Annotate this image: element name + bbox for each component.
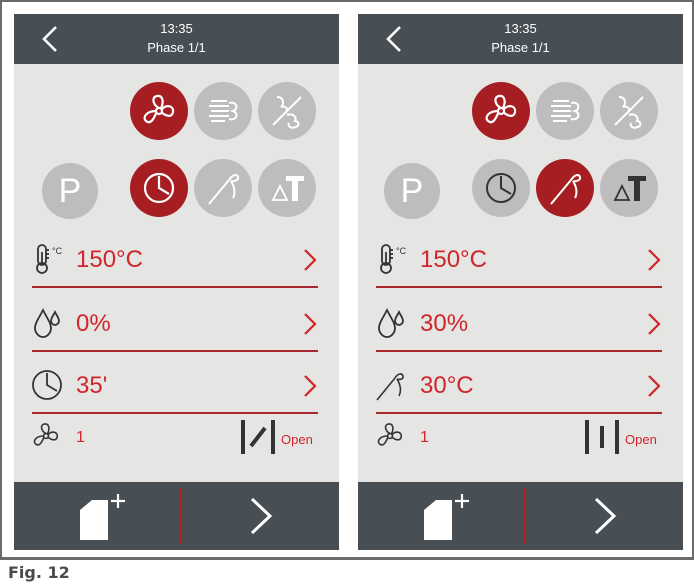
steam-off-mode-button[interactable]	[600, 82, 658, 140]
fan-speed-value: 1	[420, 429, 429, 446]
steam-off-icon	[272, 96, 302, 129]
bottom-divider	[524, 488, 526, 544]
timer-mode-button[interactable]	[472, 159, 530, 217]
new-page-icon	[80, 494, 125, 540]
vent-label[interactable]: Open	[625, 432, 657, 447]
vent-open-icon	[585, 420, 619, 454]
add-phase-button[interactable]	[14, 482, 176, 550]
probe-mode-button[interactable]	[194, 159, 252, 217]
chevron-right-icon	[646, 311, 662, 337]
probe-icon	[550, 174, 582, 205]
probe-temperature-row[interactable]: 30°C	[374, 360, 664, 412]
next-button[interactable]	[184, 482, 339, 550]
top-bar: 13:35 Phase 1/1	[358, 14, 683, 64]
program-label: P	[400, 171, 424, 210]
timer-mode-button[interactable]	[130, 159, 188, 217]
clock-time: 13:35	[160, 21, 193, 36]
clock-icon	[30, 368, 64, 402]
row-separator	[32, 286, 318, 288]
svg-text:°C: °C	[396, 246, 407, 256]
vent-label[interactable]: Open	[281, 432, 313, 447]
program-button[interactable]: P	[42, 163, 98, 219]
row-separator	[376, 286, 662, 288]
humidity-drops-icon	[374, 306, 408, 340]
temperature-value: 150°C	[76, 246, 143, 273]
humidity-row[interactable]: 0%	[30, 298, 320, 350]
steam-icon	[551, 100, 580, 122]
chevron-right-icon	[646, 373, 662, 399]
vent-open-icon	[241, 420, 275, 454]
new-page-icon	[424, 494, 469, 540]
fan-icon[interactable]	[30, 420, 62, 452]
steam-icon	[209, 100, 238, 122]
time-row[interactable]: 35'	[30, 360, 320, 412]
temperature-row[interactable]: °C 150°C	[30, 234, 320, 286]
oven-screen-1: 13:35 Phase 1/1 P °C 150°C 0% 35' 1 Open	[14, 14, 339, 550]
bottom-bar	[358, 482, 683, 550]
fan-speed-row: 1 Open	[374, 420, 664, 456]
probe-icon	[374, 368, 408, 402]
vent-valve-button[interactable]	[238, 418, 278, 456]
chevron-right-icon	[302, 311, 318, 337]
humidity-value: 30%	[420, 310, 469, 337]
probe-mode-button[interactable]	[536, 159, 594, 217]
oven-screen-2: 13:35 Phase 1/1 P °C 150°C 30% 30°C 1 Op…	[358, 14, 683, 550]
chevron-right-icon	[646, 247, 662, 273]
top-bar: 13:35 Phase 1/1	[14, 14, 339, 64]
thermometer-icon: °C	[30, 242, 64, 276]
row-separator	[376, 350, 662, 352]
fan-icon	[485, 94, 517, 124]
clock-icon	[486, 173, 516, 203]
fan-icon[interactable]	[374, 420, 406, 452]
humidity-value: 0%	[76, 310, 111, 337]
figure-caption: Fig. 12	[8, 563, 70, 582]
bottom-bar	[14, 482, 339, 550]
fan-mode-button[interactable]	[130, 82, 188, 140]
fan-icon	[143, 94, 175, 124]
delta-t-mode-button[interactable]	[258, 159, 316, 217]
program-button[interactable]: P	[384, 163, 440, 219]
steam-mode-button[interactable]	[536, 82, 594, 140]
delta-t-icon	[271, 176, 304, 201]
steam-off-icon	[614, 96, 644, 129]
row-separator	[376, 412, 662, 414]
delta-t-mode-button[interactable]	[600, 159, 658, 217]
clock-icon	[143, 172, 175, 204]
fan-mode-button[interactable]	[472, 82, 530, 140]
phase-indicator: Phase 1/1	[147, 40, 206, 55]
row-separator	[32, 350, 318, 352]
clock-time: 13:35	[504, 21, 537, 36]
steam-off-mode-button[interactable]	[258, 82, 316, 140]
row-separator	[32, 412, 318, 414]
delta-t-icon	[613, 176, 646, 201]
chevron-right-icon	[302, 247, 318, 273]
probe-temperature-value: 30°C	[420, 372, 474, 399]
figure-frame: 13:35 Phase 1/1 P °C 150°C 0% 35' 1 Open…	[0, 0, 694, 560]
temperature-value: 150°C	[420, 246, 487, 273]
chevron-right-icon	[302, 373, 318, 399]
fan-speed-row: 1 Open	[30, 420, 320, 456]
temperature-row[interactable]: °C 150°C	[374, 234, 664, 286]
humidity-drops-icon	[30, 306, 64, 340]
humidity-row[interactable]: 30%	[374, 298, 664, 350]
chevron-right-icon	[250, 497, 273, 535]
probe-icon	[208, 174, 240, 205]
next-button[interactable]	[528, 482, 683, 550]
vent-valve-button[interactable]	[582, 418, 622, 456]
steam-mode-button[interactable]	[194, 82, 252, 140]
program-label: P	[58, 171, 82, 210]
phase-indicator: Phase 1/1	[491, 40, 550, 55]
svg-text:°C: °C	[52, 246, 63, 256]
chevron-right-icon	[594, 497, 617, 535]
bottom-divider	[180, 488, 182, 544]
fan-speed-value: 1	[76, 429, 85, 446]
time-value: 35'	[76, 372, 108, 399]
thermometer-icon: °C	[374, 242, 408, 276]
add-phase-button[interactable]	[358, 482, 520, 550]
